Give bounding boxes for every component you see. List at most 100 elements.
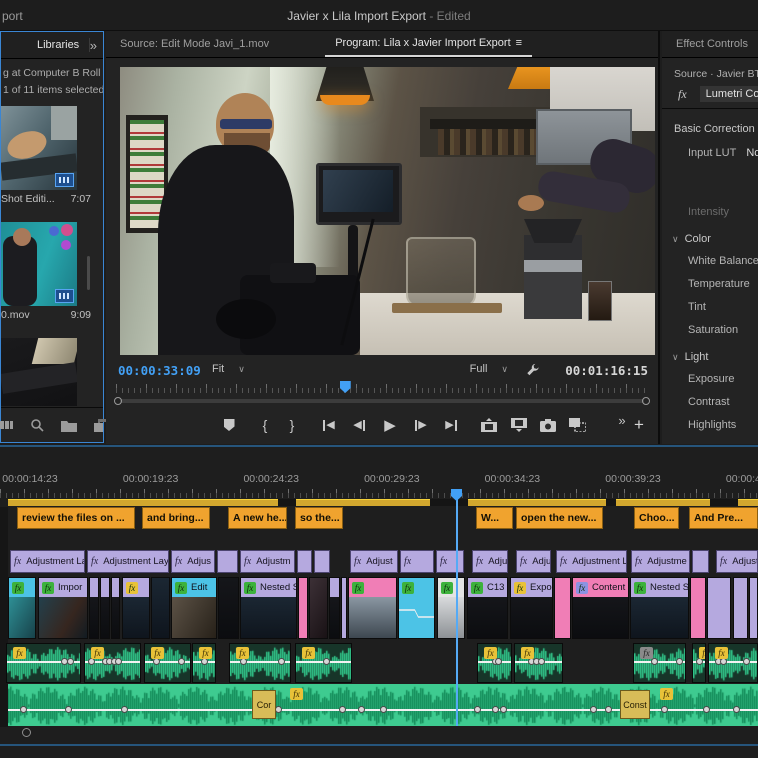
adjustment-layer-clip[interactable] bbox=[217, 550, 238, 573]
list-item[interactable]: 0.mov 9:09 bbox=[1, 222, 91, 321]
adjustment-layer-clip[interactable]: fxAdjustment L bbox=[556, 550, 627, 573]
video-clip[interactable] bbox=[690, 577, 706, 639]
effect-name[interactable]: Lumetri Colo bbox=[700, 86, 758, 102]
step-forward-button[interactable]: ▶ bbox=[410, 416, 432, 434]
caption-clip[interactable]: and bring... bbox=[142, 507, 210, 529]
scrollbar-track[interactable] bbox=[120, 399, 644, 403]
video-clip[interactable] bbox=[309, 577, 328, 639]
program-video-frame[interactable] bbox=[120, 67, 655, 355]
keyframe-dot[interactable] bbox=[88, 658, 95, 665]
comparison-view-button[interactable] bbox=[566, 416, 588, 434]
video-clip[interactable] bbox=[329, 577, 340, 639]
adjustment-layer-clip[interactable]: fxAdjustm bbox=[240, 550, 295, 573]
keyframe-dot[interactable] bbox=[676, 658, 683, 665]
audio-clip[interactable]: fx bbox=[477, 643, 512, 683]
audio-clip[interactable]: fx bbox=[192, 643, 216, 683]
adjustment-layer-clip[interactable]: fx bbox=[436, 550, 464, 573]
search-icon[interactable] bbox=[30, 418, 44, 432]
keyframe-dot[interactable] bbox=[733, 706, 740, 713]
video-clip[interactable]: fxImpor bbox=[38, 577, 88, 639]
video-clip[interactable] bbox=[89, 577, 99, 639]
adjustment-layer-clip[interactable]: fxAdju bbox=[472, 550, 508, 573]
audio-clip[interactable]: fx bbox=[144, 643, 191, 683]
tab-program-monitor[interactable]: Program: Lila x Javier Import Export ≡ bbox=[325, 31, 532, 57]
audio-clip[interactable]: fx bbox=[708, 643, 758, 683]
timeline-ruler[interactable]: 00:00:14:2300:00:19:2300:00:24:2300:00:2… bbox=[0, 473, 758, 487]
caption-clip[interactable]: so the... bbox=[295, 507, 343, 529]
current-timecode[interactable]: 00:00:33:09 bbox=[118, 363, 201, 378]
adjustment-layer-clip[interactable]: fxAdjustment La bbox=[10, 550, 85, 573]
tab-libraries[interactable]: Libraries bbox=[27, 32, 89, 58]
caption-clip[interactable]: A new he... bbox=[228, 507, 287, 529]
video-clip[interactable]: fx bbox=[348, 577, 397, 639]
video-clip[interactable]: fxExpo bbox=[510, 577, 553, 639]
audio-clip[interactable]: fx bbox=[6, 643, 81, 683]
play-button[interactable]: ▶ bbox=[379, 416, 401, 434]
mark-in-button[interactable]: { bbox=[254, 416, 276, 434]
caption-clip[interactable]: open the new... bbox=[516, 507, 603, 529]
tab-effect-controls[interactable]: Effect Controls bbox=[666, 31, 758, 57]
adjustment-layer-clip[interactable] bbox=[692, 550, 709, 573]
go-to-in-button[interactable]: ◀ bbox=[318, 416, 340, 434]
video-clip[interactable] bbox=[151, 577, 170, 639]
go-to-out-button[interactable]: ▶ bbox=[440, 416, 462, 434]
adjustment-layer-clip[interactable]: fxAdjus bbox=[171, 550, 215, 573]
param-highlights[interactable]: Highlights bbox=[662, 413, 758, 436]
list-item[interactable]: Shot Editi... 7:07 bbox=[1, 106, 91, 205]
video-clip[interactable] bbox=[100, 577, 110, 639]
keyframe-line[interactable] bbox=[399, 606, 434, 620]
video-clip[interactable]: fx bbox=[122, 577, 150, 639]
audio-clip[interactable]: fx bbox=[229, 643, 291, 683]
video-clip[interactable] bbox=[749, 577, 758, 639]
param-white-balance[interactable]: White Balance bbox=[662, 249, 758, 272]
audio-transition[interactable]: Cor bbox=[252, 690, 276, 719]
param-temperature[interactable]: Temperature bbox=[662, 272, 758, 295]
panel-overflow-icon[interactable]: » bbox=[90, 38, 97, 53]
video-clip[interactable]: fx bbox=[8, 577, 36, 639]
timeline-scroll-handle[interactable] bbox=[22, 728, 31, 737]
keyframe-dot[interactable] bbox=[339, 706, 346, 713]
param-contrast[interactable]: Contrast bbox=[662, 390, 758, 413]
add-button[interactable]: + bbox=[628, 416, 650, 434]
param-exposure[interactable]: Exposure bbox=[662, 367, 758, 390]
video-clip[interactable] bbox=[733, 577, 748, 639]
adjustment-layer-clip[interactable]: fx bbox=[400, 550, 434, 573]
scrollbar-handle-left[interactable] bbox=[114, 397, 122, 405]
video-clip[interactable]: fxNested S bbox=[240, 577, 297, 639]
adjustment-layer-clip[interactable]: fxAdjustment Lay bbox=[87, 550, 169, 573]
video-clip[interactable]: fx bbox=[398, 577, 435, 639]
adjustment-layer-clip[interactable]: fxAdjustme bbox=[631, 550, 690, 573]
effect-item-lumetri[interactable]: fx Lumetri Colo bbox=[662, 82, 758, 109]
zoom-level-select[interactable]: Fit ∨ bbox=[212, 363, 245, 375]
clip-thumbnail[interactable] bbox=[1, 338, 77, 406]
list-item[interactable] bbox=[1, 338, 91, 406]
video-clip[interactable] bbox=[111, 577, 120, 639]
extract-button[interactable] bbox=[508, 416, 530, 434]
section-basic-correction[interactable]: Basic Correction bbox=[662, 109, 758, 137]
video-clip[interactable] bbox=[298, 577, 308, 639]
adjustment-layer-clip[interactable]: fxAdjust bbox=[716, 550, 758, 573]
add-marker-button[interactable] bbox=[218, 416, 240, 434]
program-playhead[interactable] bbox=[340, 381, 351, 393]
audio-track-a2[interactable]: CorConstfxfx bbox=[8, 684, 758, 726]
video-clip[interactable]: fxEdit bbox=[171, 577, 217, 639]
video-clip[interactable]: fxContent bbox=[572, 577, 629, 639]
adjustment-layer-clip[interactable]: fxAdjust bbox=[350, 550, 398, 573]
step-back-button[interactable]: ◀ bbox=[348, 416, 370, 434]
audio-clip[interactable]: fx bbox=[514, 643, 563, 683]
clip-thumbnail[interactable] bbox=[1, 106, 77, 190]
keyframe-dot[interactable] bbox=[474, 706, 481, 713]
playback-resolution-select[interactable]: Full ∨ bbox=[470, 363, 508, 375]
program-mini-timeline[interactable] bbox=[116, 383, 648, 393]
items-view-icon[interactable] bbox=[0, 418, 13, 432]
keyframe-dot[interactable] bbox=[67, 658, 74, 665]
video-clip[interactable] bbox=[707, 577, 731, 639]
audio-clip[interactable]: fx bbox=[633, 643, 686, 683]
export-frame-button[interactable] bbox=[537, 416, 559, 434]
audio-clip[interactable]: fx bbox=[84, 643, 141, 683]
clip-thumbnail[interactable] bbox=[1, 222, 77, 306]
scrollbar-handle-right[interactable] bbox=[642, 397, 650, 405]
timeline-tick-strip[interactable] bbox=[0, 489, 758, 498]
adjustment-layer-clip[interactable] bbox=[297, 550, 312, 573]
adjustment-layer-clip[interactable] bbox=[314, 550, 330, 573]
